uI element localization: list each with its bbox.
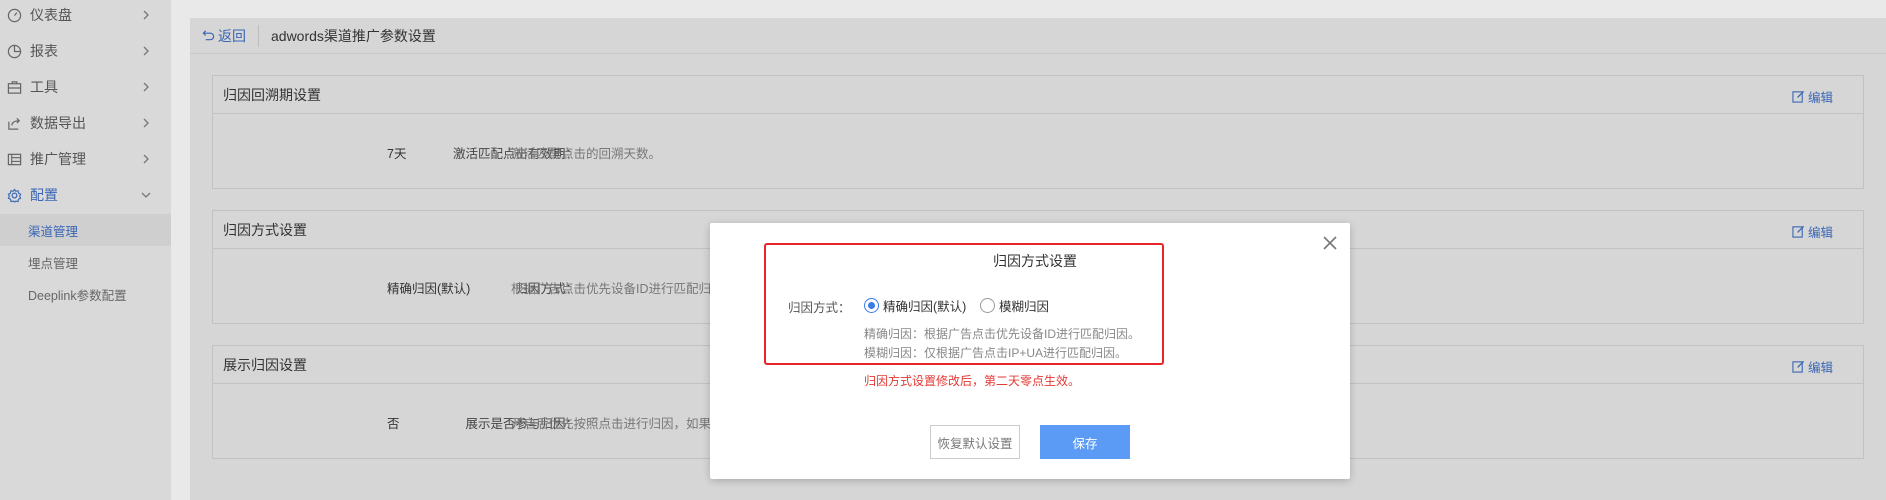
chevron-right-icon xyxy=(143,154,149,164)
page-title: adwords渠道推广参数设置 xyxy=(271,27,436,44)
pie-chart-icon xyxy=(6,43,22,59)
section-title: 归因回溯期设置 xyxy=(223,86,321,103)
reset-default-button[interactable]: 恢复默认设置 xyxy=(930,425,1020,459)
edit-button[interactable]: 编辑 xyxy=(1792,87,1833,106)
chevron-right-icon xyxy=(143,118,149,128)
edit-button[interactable]: 编辑 xyxy=(1792,222,1833,241)
section-header: 归因回溯期设置 编辑 xyxy=(213,76,1863,114)
setting-description: 根据广告点击优先设备ID进行匹配归因 xyxy=(511,282,724,296)
highlight-box xyxy=(764,243,1164,365)
edit-icon xyxy=(1792,90,1805,103)
chevron-right-icon xyxy=(143,46,149,56)
section-title: 归因方式设置 xyxy=(223,221,307,238)
sidebar-item-reports[interactable]: 报表 xyxy=(0,33,171,69)
chevron-down-icon xyxy=(141,192,151,198)
warning-text: 归因方式设置修改后，第二天零点生效。 xyxy=(864,374,1081,388)
section-title: 展示归因设置 xyxy=(223,356,307,373)
close-icon[interactable] xyxy=(1322,235,1338,251)
setting-value: 7天 xyxy=(387,147,407,161)
sidebar-item-label: 工具 xyxy=(30,79,58,95)
divider xyxy=(258,24,259,47)
edit-label: 编辑 xyxy=(1807,361,1833,375)
gear-icon xyxy=(6,187,22,203)
section-lookback: 归因回溯期设置 编辑 激活匹配点击有效期： 7天 激活匹配点击的回溯天数。 xyxy=(212,75,1864,189)
sidebar-item-label: 数据导出 xyxy=(30,115,86,131)
sidebar-subitem-channel-management[interactable]: 渠道管理 xyxy=(0,214,171,246)
export-icon xyxy=(6,115,22,131)
sidebar-subitem-label: 渠道管理 xyxy=(28,224,79,239)
setting-value: 否 xyxy=(387,417,400,431)
sidebar-subitem-tracking-management[interactable]: 埋点管理 xyxy=(0,246,171,278)
topbar: 返回 adwords渠道推广参数设置 xyxy=(190,18,1886,54)
setting-row: 激活匹配点击有效期： 7天 激活匹配点击的回溯天数。 xyxy=(213,114,1863,188)
sidebar-item-label: 配置 xyxy=(30,187,58,203)
sidebar-item-config[interactable]: 配置 xyxy=(0,177,171,213)
edit-label: 编辑 xyxy=(1807,91,1833,105)
save-button[interactable]: 保存 xyxy=(1040,425,1130,459)
back-button[interactable]: 返回 xyxy=(202,26,246,46)
sidebar-subitem-label: Deeplink参数配置 xyxy=(28,288,127,303)
edit-icon xyxy=(1792,360,1805,373)
back-arrow-icon xyxy=(202,30,215,41)
sidebar-item-data-export[interactable]: 数据导出 xyxy=(0,105,171,141)
sidebar-item-dashboard[interactable]: 仪表盘 xyxy=(0,0,171,33)
sidebar-item-label: 推广管理 xyxy=(30,151,86,167)
sidebar-subitem-label: 埋点管理 xyxy=(28,256,79,271)
setting-value: 精确归因(默认) xyxy=(387,282,471,296)
back-label: 返回 xyxy=(218,27,246,44)
edit-icon xyxy=(1792,225,1805,238)
sidebar: 仪表盘 报表 工具 数据导出 推广管理 配置 渠道管理 埋点管理 Deeplin… xyxy=(0,0,171,500)
list-icon xyxy=(6,151,22,167)
sidebar-item-tools[interactable]: 工具 xyxy=(0,69,171,105)
sidebar-item-label: 报表 xyxy=(30,43,58,59)
edit-button[interactable]: 编辑 xyxy=(1792,357,1833,376)
toolbox-icon xyxy=(6,79,22,95)
edit-label: 编辑 xyxy=(1807,226,1833,240)
setting-description: 开启后优先按照点击进行归因，如果没 xyxy=(511,417,724,431)
attribution-method-dialog: 归因方式设置 归因方式： 精确归因(默认) 模糊归因 精确归因：根据广告点击优先… xyxy=(710,223,1350,479)
setting-description: 激活匹配点击的回溯天数。 xyxy=(511,147,662,161)
sidebar-item-label: 仪表盘 xyxy=(30,7,72,23)
sidebar-item-promotion[interactable]: 推广管理 xyxy=(0,141,171,177)
dashboard-icon xyxy=(6,7,22,23)
chevron-right-icon xyxy=(143,82,149,92)
chevron-right-icon xyxy=(143,10,149,20)
sidebar-subitem-deeplink-config[interactable]: Deeplink参数配置 xyxy=(0,278,171,310)
